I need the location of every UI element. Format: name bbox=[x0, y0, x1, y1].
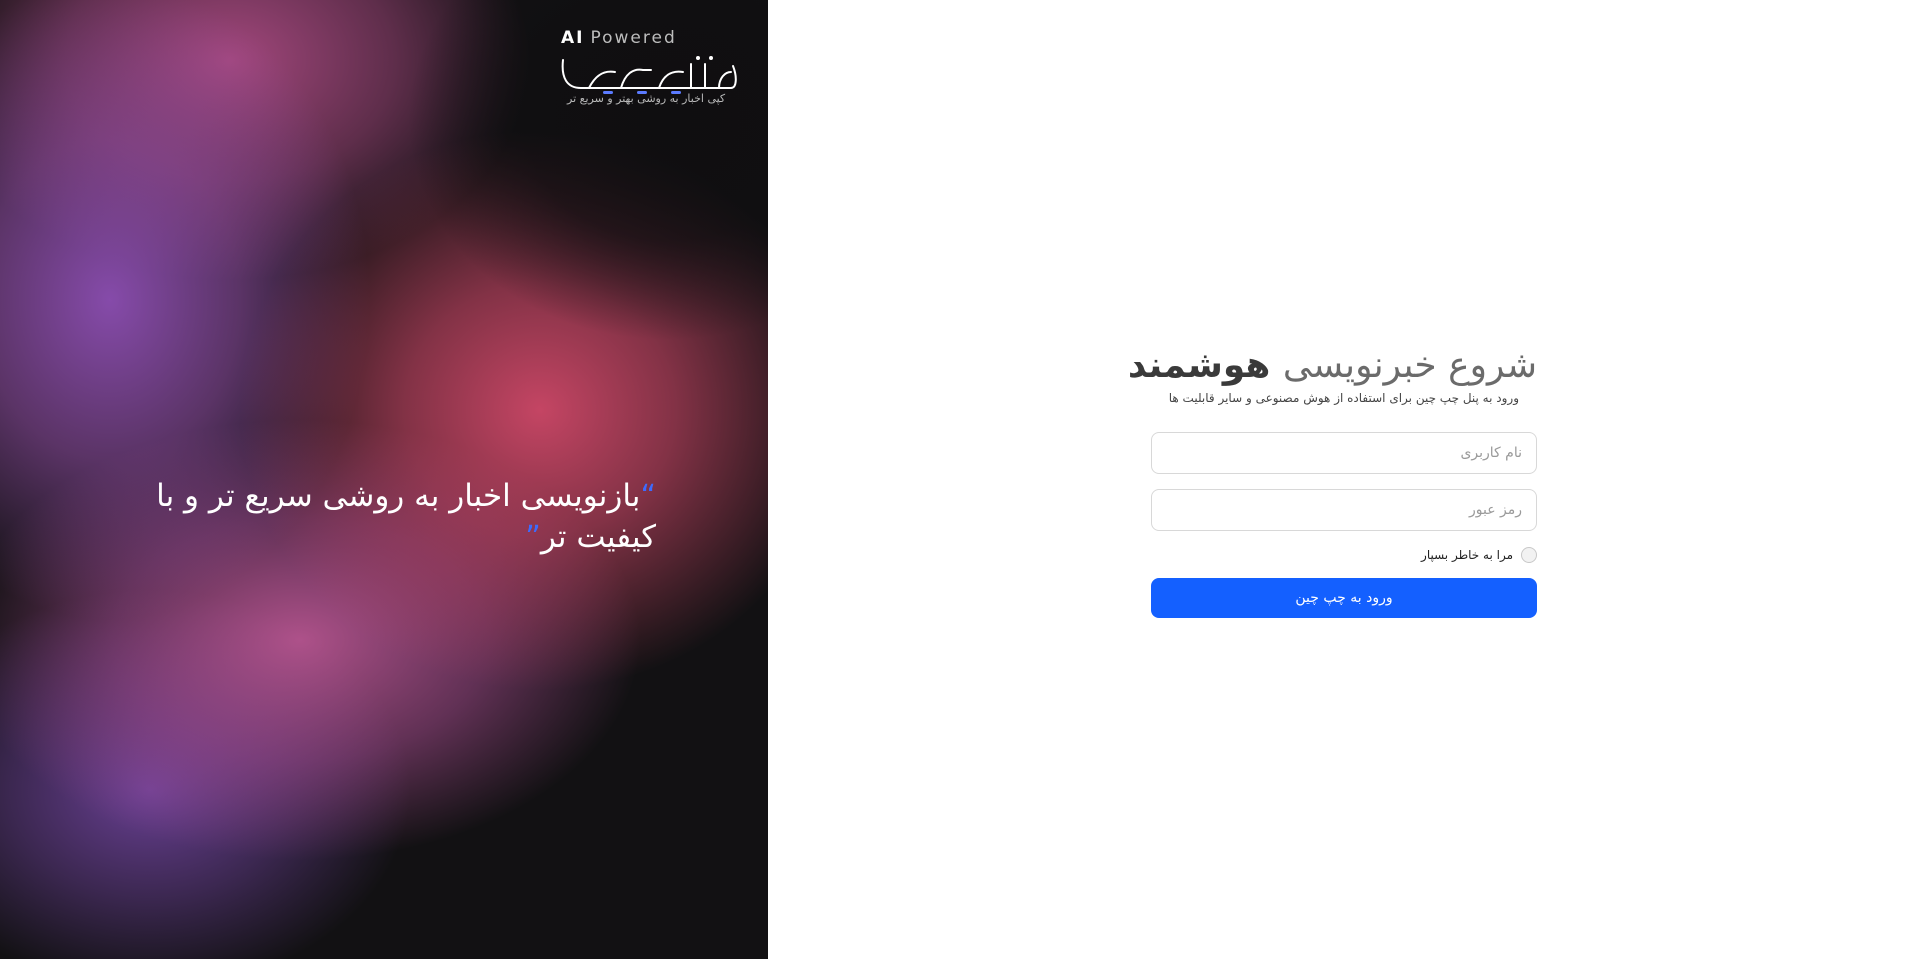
page-subtitle: ورود به پنل چپ چین برای استفاده از هوش م… bbox=[1168, 391, 1519, 405]
remember-me-checkbox[interactable] bbox=[1521, 547, 1537, 563]
remember-me-row[interactable]: مرا به خاطر بسپار bbox=[1151, 545, 1537, 565]
hero-panel: AI Powered کپی اخبار به روشی بهتر و سریع … bbox=[0, 0, 768, 959]
brand-tagline: کپی اخبار به روشی بهتر و سریع تر bbox=[567, 92, 726, 105]
page-title: شروع خبرنویسی هوشمند bbox=[1128, 345, 1537, 387]
quote-close-mark: ” bbox=[525, 520, 541, 555]
brand-logo-mark bbox=[561, 56, 737, 94]
hero-quote: “بازنویسی اخبار به روشی سریع تر و با کیف… bbox=[120, 476, 656, 558]
hero-quote-text: بازنویسی اخبار به روشی سریع تر و با کیفی… bbox=[156, 478, 656, 555]
username-input[interactable] bbox=[1151, 432, 1537, 474]
powered-label: Powered bbox=[590, 28, 677, 48]
password-input[interactable] bbox=[1151, 489, 1537, 531]
ai-label: AI bbox=[561, 28, 585, 48]
title-bold: هوشمند bbox=[1127, 345, 1271, 386]
remember-me-label: مرا به خاطر بسپار bbox=[1421, 548, 1513, 562]
title-light: شروع خبرنویسی bbox=[1282, 345, 1537, 386]
login-page: AI Powered کپی اخبار به روشی بهتر و سریع … bbox=[0, 0, 1920, 959]
ai-powered-label: AI Powered bbox=[561, 28, 677, 48]
login-form: شروع خبرنویسی هوشمند ورود به پنل چپ چین … bbox=[1128, 345, 1537, 618]
login-button[interactable]: ورود به چپ چین bbox=[1151, 578, 1537, 618]
brand-logo: AI Powered کپی اخبار به روشی بهتر و سریع … bbox=[555, 28, 745, 110]
quote-open-mark: “ bbox=[640, 479, 656, 514]
